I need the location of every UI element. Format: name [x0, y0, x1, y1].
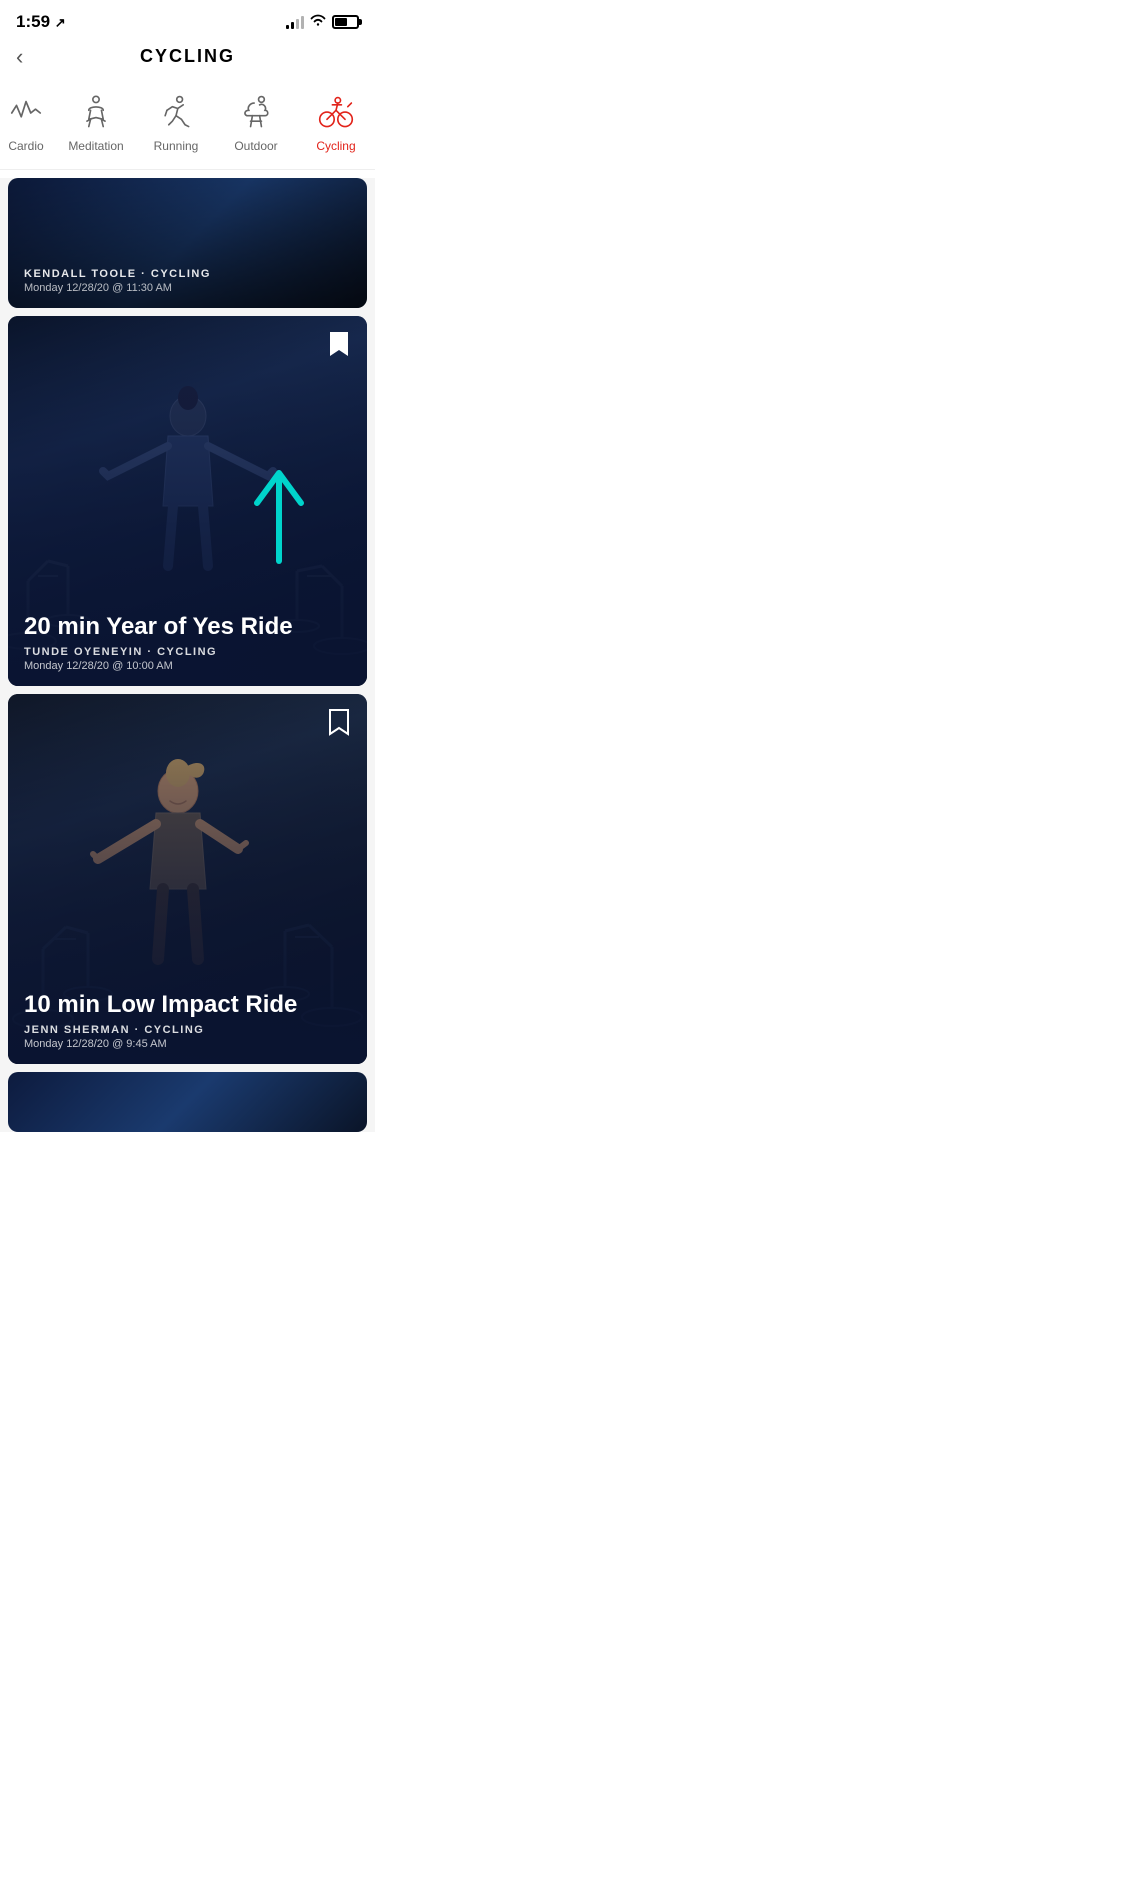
card2-date: Monday 12/28/20 @ 10:00 AM	[24, 660, 351, 672]
cycling-icon	[314, 91, 358, 135]
sidebar-item-running[interactable]: Running	[136, 87, 216, 157]
cardio-icon	[4, 91, 48, 135]
back-button[interactable]: ‹	[16, 44, 23, 70]
category-nav: Cardio Meditation	[0, 79, 375, 170]
cardio-label: Cardio	[8, 139, 43, 153]
status-time: 1:59 ↗	[16, 12, 66, 32]
card3-bookmark-button[interactable]	[323, 706, 355, 738]
card1-instructor: KENDALL TOOLE	[24, 268, 137, 280]
workout-card-2[interactable]: 20 min Year of Yes Ride TUNDE OYENEYIN ·…	[8, 316, 367, 686]
card1-date: Monday 12/28/20 @ 11:30 AM	[24, 282, 351, 294]
wifi-icon	[309, 13, 327, 32]
card3-date: Monday 12/28/20 @ 9:45 AM	[24, 1038, 351, 1050]
card2-bookmark-button[interactable]	[323, 328, 355, 360]
header: ‹ CYCLING	[0, 38, 375, 79]
page-title: CYCLING	[140, 46, 235, 67]
teal-arrow-annotation	[247, 461, 312, 576]
workout-card-3[interactable]: 10 min Low Impact Ride JENN SHERMAN · CY…	[8, 694, 367, 1064]
status-bar: 1:59 ↗	[0, 0, 375, 38]
signal-icon	[286, 15, 304, 29]
cards-container: KENDALL TOOLE · CYCLING Monday 12/28/20 …	[0, 178, 375, 1132]
workout-card-1[interactable]: KENDALL TOOLE · CYCLING Monday 12/28/20 …	[8, 178, 367, 308]
card2-instructor-cat: TUNDE OYENEYIN · CYCLING	[24, 646, 351, 658]
running-label: Running	[154, 139, 199, 153]
battery-icon	[332, 15, 359, 29]
card2-info: 20 min Year of Yes Ride TUNDE OYENEYIN ·…	[8, 599, 367, 686]
card2-title: 20 min Year of Yes Ride	[24, 613, 351, 642]
card3-instructor-cat: JENN SHERMAN · CYCLING	[24, 1024, 351, 1036]
meditation-icon	[74, 91, 118, 135]
card1-info: KENDALL TOOLE · CYCLING Monday 12/28/20 …	[8, 254, 367, 308]
outdoor-icon	[234, 91, 278, 135]
card3-title: 10 min Low Impact Ride	[24, 991, 351, 1020]
outdoor-label: Outdoor	[234, 139, 277, 153]
running-icon	[154, 91, 198, 135]
card3-info: 10 min Low Impact Ride JENN SHERMAN · CY…	[8, 977, 367, 1064]
sidebar-item-outdoor[interactable]: Outdoor	[216, 87, 296, 157]
sidebar-item-cardio[interactable]: Cardio	[0, 87, 56, 157]
status-icons	[286, 13, 359, 32]
cycling-label: Cycling	[316, 139, 355, 153]
workout-card-4[interactable]	[8, 1072, 367, 1132]
card1-category: CYCLING	[151, 268, 211, 280]
sidebar-item-meditation[interactable]: Meditation	[56, 87, 136, 157]
meditation-label: Meditation	[68, 139, 123, 153]
sidebar-item-cycling[interactable]: Cycling	[296, 87, 375, 157]
